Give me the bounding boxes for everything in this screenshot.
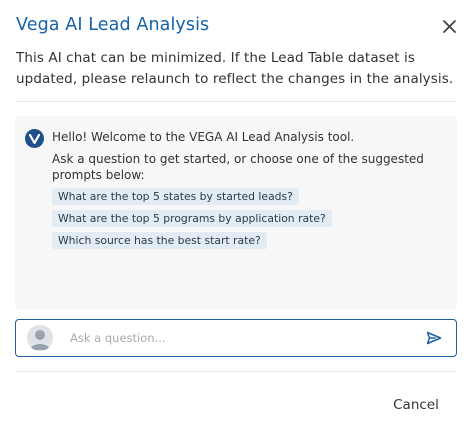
user-avatar-icon bbox=[30, 330, 50, 350]
header-divider bbox=[15, 101, 457, 102]
suggested-prompt[interactable]: What are the top 5 states by started lea… bbox=[52, 188, 299, 205]
send-button[interactable] bbox=[425, 329, 443, 347]
question-input-box bbox=[15, 319, 457, 357]
chat-panel: Hello! Welcome to the VEGA AI Lead Analy… bbox=[15, 116, 457, 309]
dialog-description: This AI chat can be minimized. If the Le… bbox=[16, 50, 454, 87]
footer-divider bbox=[15, 371, 457, 372]
suggested-prompt[interactable]: Which source has the best start rate? bbox=[52, 232, 267, 249]
bot-instruction: Ask a question to get started, or choose… bbox=[52, 152, 424, 182]
question-input[interactable] bbox=[70, 328, 410, 348]
dialog-title: Vega AI Lead Analysis bbox=[16, 15, 210, 35]
close-button[interactable] bbox=[440, 17, 458, 35]
lead-analysis-dialog: Vega AI Lead Analysis This AI chat can b… bbox=[0, 0, 472, 435]
send-icon bbox=[426, 331, 442, 345]
bot-avatar bbox=[25, 129, 44, 148]
suggested-prompt[interactable]: What are the top 5 programs by applicati… bbox=[52, 210, 332, 227]
close-icon bbox=[442, 19, 456, 33]
cancel-button[interactable]: Cancel bbox=[384, 393, 448, 417]
bot-message: Hello! Welcome to the VEGA AI Lead Analy… bbox=[52, 129, 442, 249]
vega-logo-icon bbox=[29, 133, 40, 144]
bot-greeting: Hello! Welcome to the VEGA AI Lead Analy… bbox=[52, 130, 355, 144]
user-avatar bbox=[27, 325, 53, 351]
